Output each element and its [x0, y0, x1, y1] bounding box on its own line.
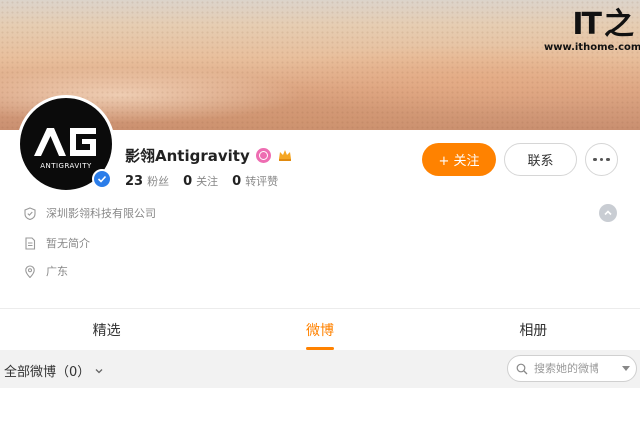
feed-area: [0, 388, 640, 427]
watermark-url: www.ithome.com: [544, 42, 640, 53]
contact-button[interactable]: 联系: [504, 143, 577, 176]
crown-badge-icon[interactable]: [277, 147, 293, 163]
document-icon: [25, 236, 36, 250]
location-pin-icon: [25, 264, 35, 278]
location-row: 广东: [24, 263, 68, 279]
profile-stats: 23 粉丝 0 关注 0 转评赞: [125, 173, 278, 189]
followers-stat[interactable]: 23 粉丝: [125, 173, 169, 189]
more-options-button[interactable]: [585, 143, 618, 176]
company-row: 深圳影翎科技有限公司: [24, 205, 156, 221]
search-icon: [516, 363, 528, 374]
intro-text: 暂无简介: [46, 237, 90, 250]
profile-name[interactable]: 影翎Antigravity: [125, 145, 250, 166]
all-weibo-dropdown[interactable]: 全部微博（0）: [4, 361, 104, 380]
tab-weibo[interactable]: 微博: [213, 309, 426, 350]
tab-featured[interactable]: 精选: [0, 309, 213, 350]
collapse-toggle[interactable]: [599, 204, 617, 222]
profile-tabs: 精选 微博 相册: [0, 308, 640, 350]
more-icon: [593, 157, 597, 162]
shield-icon: [24, 206, 36, 220]
chevron-up-icon: [604, 210, 612, 216]
search-input[interactable]: [534, 362, 598, 375]
location-text: 广东: [46, 265, 68, 278]
ithome-logo: IT 之: [572, 7, 634, 42]
follow-button[interactable]: + 关注: [422, 143, 496, 176]
reposts-stat[interactable]: 0 转评赞: [232, 173, 278, 189]
following-stat[interactable]: 0 关注: [183, 173, 218, 189]
company-text: 深圳影翎科技有限公司: [46, 207, 156, 220]
tab-album[interactable]: 相册: [427, 309, 640, 350]
search-box[interactable]: [507, 355, 637, 382]
membership-badge-icon[interactable]: [255, 147, 271, 163]
ithome-watermark: IT 之 www.ithome.com: [544, 7, 640, 54]
chevron-down-icon: [95, 368, 103, 373]
name-row: 影翎Antigravity: [125, 145, 293, 165]
avatar-text: ANTIGRAVITY: [40, 162, 92, 170]
verified-badge-icon: [92, 169, 112, 189]
intro-row: 暂无简介: [24, 235, 90, 251]
all-weibo-label: 全部微博（0）: [4, 365, 91, 380]
search-caret-icon[interactable]: [622, 366, 630, 372]
